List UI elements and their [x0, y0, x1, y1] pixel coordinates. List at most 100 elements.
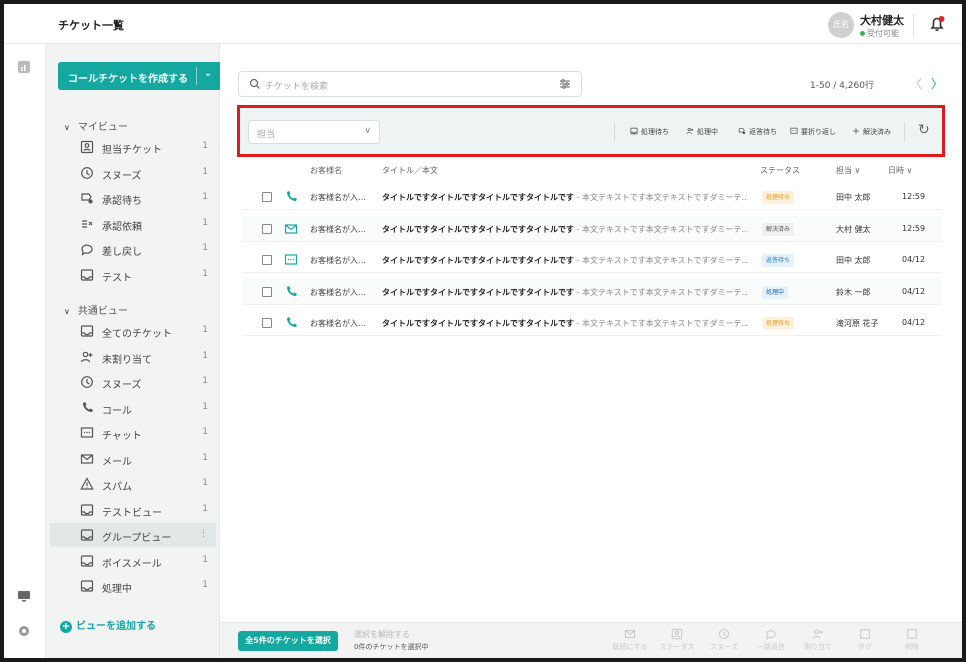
sidebar-item-count: 1	[202, 580, 208, 590]
search-icon	[249, 78, 260, 89]
col-customer: お客様名	[310, 166, 342, 175]
monitor-icon[interactable]	[17, 589, 31, 603]
sidebar-item-label: ボイスメール	[102, 558, 162, 570]
ticket-date: 12:59	[902, 223, 926, 233]
sidebar-item-label: 担当チケット	[102, 145, 162, 156]
row-checkbox[interactable]	[262, 318, 272, 328]
sidebar-item[interactable]: スヌーズ 1	[50, 370, 216, 394]
col-status[interactable]: ステータス	[760, 165, 800, 176]
approval-request-icon	[82, 219, 93, 228]
sidebar-item[interactable]: メール 1	[50, 447, 216, 471]
filter-settings-icon[interactable]	[559, 78, 571, 90]
next-page-icon[interactable]: 〉	[931, 75, 943, 92]
phone-icon	[83, 401, 93, 412]
add-view-button[interactable]: + ビューを追加する	[60, 617, 156, 633]
table-row[interactable]: お客様名が入… タイトルですタイトルですタイトルですタイトルです - 本文テキスト…	[242, 247, 942, 273]
sidebar-item[interactable]: テストビュー 1	[50, 498, 216, 522]
sidebar-item[interactable]: スパム 1	[50, 472, 216, 496]
analytics-icon[interactable]	[17, 60, 31, 74]
customer-name: お客様名が入…	[310, 193, 366, 202]
bulk-action-button[interactable]: 割り当て	[798, 628, 838, 652]
sidebar-item[interactable]: ボイスメール 1	[50, 549, 216, 573]
sidebar-item-count: 1	[202, 427, 208, 437]
inbox-icon	[80, 554, 94, 567]
clock-icon	[718, 628, 730, 640]
inbox-icon	[80, 529, 94, 541]
user-status[interactable]: 受付可能	[860, 28, 899, 39]
sidebar-item[interactable]: 全てのチケット 1	[50, 319, 216, 343]
chat-icon	[284, 254, 298, 265]
status-badge: 処理待ち	[762, 191, 795, 204]
row-checkbox[interactable]	[262, 192, 272, 202]
chevron-down-icon[interactable]: ⌄	[204, 68, 212, 79]
sidebar-item[interactable]: テスト 1	[50, 263, 216, 287]
ticket-date: 04/12	[902, 255, 926, 264]
sidebar-item-label: メール	[102, 456, 132, 468]
deselect-button[interactable]: 選択を解除する	[354, 629, 410, 640]
ticket-title[interactable]: タイトルですタイトルですタイトルですタイトルです - 本文テキストです本文テキス…	[382, 287, 748, 298]
col-date[interactable]: 日時 ∨	[888, 165, 912, 176]
sidebar-item[interactable]: チャット 1	[50, 421, 216, 445]
sidebar-item-label: 処理中	[102, 584, 132, 595]
tag-icon	[860, 629, 870, 639]
bulk-action-button[interactable]: 削除	[892, 628, 932, 652]
table-row[interactable]: お客様名が入… タイトルですタイトルですタイトルですタイトルです - 本文テキスト…	[242, 278, 942, 305]
table-row[interactable]: お客様名が入… タイトルですタイトルですタイトルですタイトルです - 本文テキスト…	[242, 215, 942, 242]
ticket-date: 12:59	[902, 192, 926, 201]
clock-icon	[81, 166, 93, 179]
bulk-action-button[interactable]: タグ	[845, 628, 885, 652]
col-assignee[interactable]: 担当 ∨	[836, 165, 860, 176]
assignee-name: 田中 太郎	[836, 256, 871, 265]
row-checkbox[interactable]	[262, 286, 272, 297]
page-title: チケット一覧	[58, 19, 124, 32]
ticket-title[interactable]: タイトルですタイトルですタイトルですタイトルです - 本文テキストです本文テキス…	[382, 224, 748, 235]
inbox-icon	[80, 325, 94, 337]
ticket-title[interactable]: タイトルですタイトルですタイトルですタイトルです - 本文テキストです本文テキス…	[382, 318, 748, 329]
avatar[interactable]: 氏名	[828, 12, 854, 38]
sidebar-item-count: ⋮	[199, 529, 208, 539]
bulk-action-button[interactable]: 一括返信	[751, 628, 791, 652]
status-badge: 返答待ち	[762, 254, 795, 267]
sidebar-item-count: 1	[202, 452, 208, 463]
row-checkbox[interactable]	[262, 255, 272, 265]
notification-bell-icon[interactable]	[928, 15, 946, 33]
sidebar-item-label: テスト	[102, 272, 132, 284]
sidebar-item[interactable]: グループビュー ⋮	[50, 523, 216, 547]
my-view-header[interactable]: ∨ マイビュー	[64, 118, 128, 133]
send-back-icon	[766, 630, 776, 640]
customer-name: お客様名が入…	[310, 224, 366, 234]
send-back-icon	[81, 244, 93, 256]
create-call-ticket-button[interactable]: コールチケットを作成する ⌄	[58, 62, 222, 90]
bulk-action-button[interactable]: ステータス	[657, 628, 697, 652]
bulk-action-button[interactable]: 既読にする	[610, 628, 650, 652]
sidebar-item-count: 1	[202, 166, 208, 177]
sidebar-item[interactable]: コール 1	[50, 396, 216, 420]
sidebar-item[interactable]: 処理中 1	[50, 574, 216, 598]
phone-icon	[287, 285, 297, 296]
sidebar-item-count: 1	[202, 503, 208, 514]
bulk-action-button[interactable]: スヌーズ	[704, 628, 744, 652]
select-all-button[interactable]: 全5件のチケットを選択	[238, 631, 338, 651]
approval-pending-icon	[81, 193, 93, 204]
sidebar-item[interactable]: 承認待ち 1	[50, 186, 216, 210]
table-row[interactable]: お客様名が入… タイトルですタイトルですタイトルですタイトルです - 本文テキスト…	[242, 184, 942, 210]
prev-page-icon[interactable]: 〈	[910, 75, 922, 92]
sidebar-item[interactable]: 未割り当て 1	[50, 345, 216, 369]
ticket-title[interactable]: タイトルですタイトルですタイトルですタイトルです - 本文テキストです本文テキス…	[382, 192, 748, 203]
row-checkbox[interactable]	[262, 223, 272, 234]
sidebar-item[interactable]: 差し戻し 1	[50, 237, 216, 261]
shared-view-header[interactable]: ∨ 共通ビュー	[64, 302, 128, 317]
search-input[interactable]: チケットを検索	[238, 71, 582, 97]
inbox-icon	[80, 503, 94, 516]
sidebar-item-label: テストビュー	[102, 507, 162, 519]
mail-icon	[284, 223, 298, 234]
assigned-ticket-icon	[671, 628, 683, 640]
table-row[interactable]: お客様名が入… タイトルですタイトルですタイトルですタイトルです - 本文テキスト…	[242, 310, 942, 336]
sidebar-item-count: 1	[202, 554, 208, 565]
customer-name: お客様名が入…	[310, 287, 366, 297]
ticket-title[interactable]: タイトルですタイトルですタイトルですタイトルです - 本文テキストです本文テキス…	[382, 255, 748, 266]
gear-icon[interactable]	[17, 624, 31, 638]
sidebar-item[interactable]: 担当チケット 1	[50, 135, 216, 159]
sidebar-item[interactable]: スヌーズ 1	[50, 161, 216, 185]
sidebar-item[interactable]: 承認依頼 1	[50, 212, 216, 236]
